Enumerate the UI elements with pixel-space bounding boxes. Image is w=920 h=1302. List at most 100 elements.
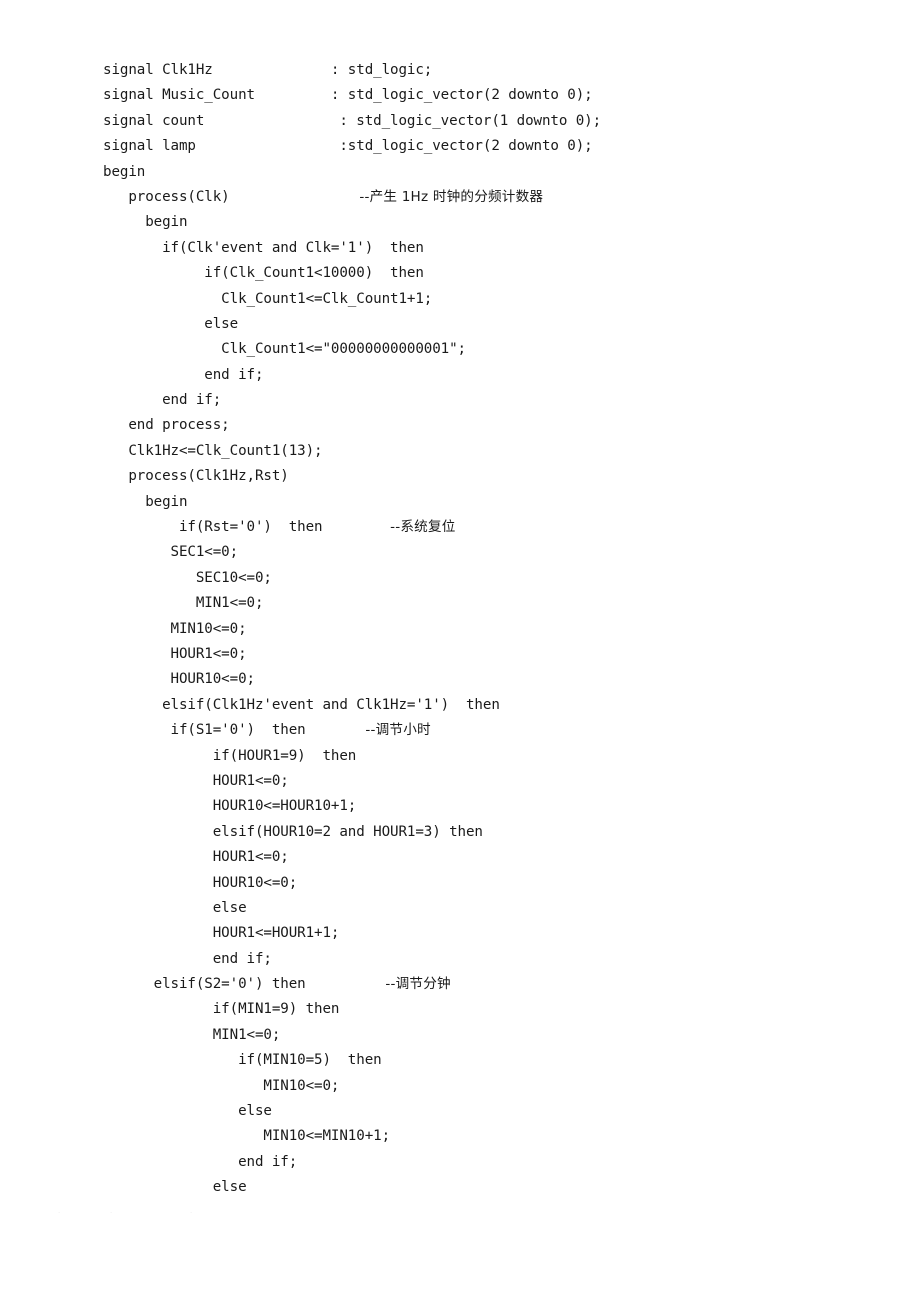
code-line-text: if(Rst='0') then bbox=[103, 519, 323, 536]
code-line: MIN1<=0; bbox=[103, 1023, 863, 1048]
code-line: signal Music_Count : std_logic_vector(2 … bbox=[103, 83, 863, 108]
code-line: process(Clk1Hz,Rst) bbox=[103, 464, 863, 489]
code-line-text: process(Clk1Hz,Rst) bbox=[103, 468, 289, 485]
code-line-text: end process; bbox=[103, 417, 230, 434]
code-line: HOUR10<=0; bbox=[103, 871, 863, 896]
code-line: MIN10<=0; bbox=[103, 617, 863, 642]
code-line: signal Clk1Hz : std_logic; bbox=[103, 58, 863, 83]
code-line-text: end if; bbox=[103, 392, 222, 409]
code-line-text: if(Clk_Count1<10000) then bbox=[103, 265, 424, 282]
code-line: SEC1<=0; bbox=[103, 540, 863, 565]
code-line-text: HOUR1<=0; bbox=[103, 772, 289, 789]
code-line: else bbox=[103, 1099, 863, 1124]
footer-mark: . bbox=[110, 1208, 113, 1214]
code-line: elsif(Clk1Hz'event and Clk1Hz='1') then bbox=[103, 693, 863, 718]
code-line-text: end if; bbox=[103, 1153, 298, 1170]
code-line: MIN10<=0; bbox=[103, 1074, 863, 1099]
code-line: begin bbox=[103, 490, 863, 515]
code-line: if(Clk_Count1<10000) then bbox=[103, 261, 863, 286]
code-line: end if; bbox=[103, 363, 863, 388]
code-line: HOUR1<=0; bbox=[103, 845, 863, 870]
code-comment: --调节分钟 bbox=[385, 976, 451, 993]
document-page: signal Clk1Hz : std_logic;signal Music_C… bbox=[0, 0, 920, 1302]
footer-mark: . bbox=[190, 1208, 193, 1214]
code-line: if(HOUR1=9) then bbox=[103, 744, 863, 769]
code-line-text: end if; bbox=[103, 950, 272, 967]
code-line: else bbox=[103, 896, 863, 921]
code-line: end if; bbox=[103, 947, 863, 972]
code-line-text: SEC1<=0; bbox=[103, 544, 239, 561]
code-line: begin bbox=[103, 160, 863, 185]
code-line-text: signal Music_Count : std_logic_vector(2 … bbox=[103, 87, 593, 104]
code-line: MIN10<=MIN10+1; bbox=[103, 1124, 863, 1149]
code-line-text: Clk_Count1<="00000000000001"; bbox=[103, 341, 466, 358]
code-line-text: signal lamp :std_logic_vector(2 downto 0… bbox=[103, 138, 593, 155]
code-line: end process; bbox=[103, 413, 863, 438]
code-line: if(Rst='0') then --系统复位 bbox=[103, 515, 863, 540]
code-line: process(Clk) --产生 1Hz 时钟的分频计数器 bbox=[103, 185, 863, 210]
code-line-text: if(MIN1=9) then bbox=[103, 1001, 340, 1018]
code-line-text: elsif(HOUR10=2 and HOUR1=3) then bbox=[103, 823, 483, 840]
code-line: else bbox=[103, 312, 863, 337]
code-line-text: HOUR1<=0; bbox=[103, 645, 247, 662]
code-line-text: else bbox=[103, 315, 239, 332]
code-line-text: if(MIN10=5) then bbox=[103, 1052, 382, 1069]
code-line: end if; bbox=[103, 1150, 863, 1175]
code-line-text: process(Clk) bbox=[103, 188, 230, 205]
code-line-text: signal count : std_logic_vector(1 downto… bbox=[103, 112, 602, 129]
code-line-text: elsif(S2='0') then bbox=[103, 976, 306, 993]
code-line-text: if(Clk'event and Clk='1') then bbox=[103, 239, 424, 256]
code-line: if(MIN1=9) then bbox=[103, 997, 863, 1022]
code-line-text: MIN10<=0; bbox=[103, 1077, 340, 1094]
code-line: HOUR1<=0; bbox=[103, 642, 863, 667]
code-line-text: begin bbox=[103, 493, 188, 510]
code-line: HOUR10<=0; bbox=[103, 667, 863, 692]
code-line-text: HOUR10<=0; bbox=[103, 671, 256, 688]
code-line-text: else bbox=[103, 1179, 247, 1196]
code-line: Clk_Count1<=Clk_Count1+1; bbox=[103, 287, 863, 312]
vhdl-code-block: signal Clk1Hz : std_logic;signal Music_C… bbox=[103, 58, 863, 1201]
code-line: signal lamp :std_logic_vector(2 downto 0… bbox=[103, 134, 863, 159]
code-line: Clk_Count1<="00000000000001"; bbox=[103, 337, 863, 362]
code-comment: --调节小时 bbox=[365, 722, 431, 739]
code-line: begin bbox=[103, 210, 863, 235]
code-line-text: if(HOUR1=9) then bbox=[103, 747, 357, 764]
code-line: if(MIN10=5) then bbox=[103, 1048, 863, 1073]
code-line-text: HOUR10<=0; bbox=[103, 874, 298, 891]
code-line: signal count : std_logic_vector(1 downto… bbox=[103, 109, 863, 134]
code-line-text: Clk1Hz<=Clk_Count1(13); bbox=[103, 442, 323, 459]
footer-mark: . bbox=[58, 1208, 61, 1214]
code-comment: --产生 1Hz 时钟的分频计数器 bbox=[359, 188, 544, 205]
page-footer-marks: ... bbox=[0, 1208, 920, 1238]
code-line-text: if(S1='0') then bbox=[103, 722, 306, 739]
code-line-text: HOUR1<=HOUR1+1; bbox=[103, 925, 340, 942]
code-line: if(S1='0') then --调节小时 bbox=[103, 718, 863, 743]
code-line-text: end if; bbox=[103, 366, 264, 383]
code-line-text: else bbox=[103, 1103, 272, 1120]
code-line-text: MIN1<=0; bbox=[103, 1026, 281, 1043]
code-line-text: begin bbox=[103, 214, 188, 231]
code-line: HOUR1<=0; bbox=[103, 769, 863, 794]
code-line: else bbox=[103, 1175, 863, 1200]
code-line-text: MIN10<=0; bbox=[103, 620, 247, 637]
code-line-text: Clk_Count1<=Clk_Count1+1; bbox=[103, 290, 433, 307]
code-line: SEC10<=0; bbox=[103, 566, 863, 591]
code-line-text: signal Clk1Hz : std_logic; bbox=[103, 62, 433, 78]
code-line-text: elsif(Clk1Hz'event and Clk1Hz='1') then bbox=[103, 696, 500, 713]
code-line-text: else bbox=[103, 899, 247, 916]
code-line: MIN1<=0; bbox=[103, 591, 863, 616]
code-line: elsif(HOUR10=2 and HOUR1=3) then bbox=[103, 820, 863, 845]
code-line-text: SEC10<=0; bbox=[103, 569, 272, 586]
code-line: end if; bbox=[103, 388, 863, 413]
code-line: HOUR1<=HOUR1+1; bbox=[103, 921, 863, 946]
code-line-text: HOUR1<=0; bbox=[103, 849, 289, 866]
code-line-text: MIN1<=0; bbox=[103, 595, 264, 612]
code-line: if(Clk'event and Clk='1') then bbox=[103, 236, 863, 261]
code-line-text: begin bbox=[103, 163, 146, 180]
code-line: elsif(S2='0') then --调节分钟 bbox=[103, 972, 863, 997]
code-comment: --系统复位 bbox=[390, 519, 456, 536]
code-line: HOUR10<=HOUR10+1; bbox=[103, 794, 863, 819]
code-line-text: HOUR10<=HOUR10+1; bbox=[103, 798, 357, 815]
code-line-text: MIN10<=MIN10+1; bbox=[103, 1128, 391, 1145]
code-line: Clk1Hz<=Clk_Count1(13); bbox=[103, 439, 863, 464]
